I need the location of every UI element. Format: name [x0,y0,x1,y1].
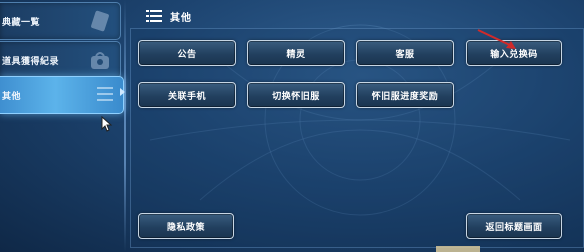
menu-icon [146,10,162,22]
privacy-policy-button[interactable]: 隐私政策 [138,213,234,239]
server-progress-reward-button[interactable]: 怀旧服进度奖励 [356,82,454,108]
annotation-arrow-icon [477,29,516,49]
bag-icon [91,52,109,69]
list-icon [97,87,113,101]
section-header: 其他 [146,8,192,24]
sidebar-item-label: 典藏一覧 [2,17,41,28]
notice-button[interactable]: 公告 [138,40,236,66]
bottom-edge-element [436,246,480,252]
sidebar-item-collection[interactable]: 典藏一覧 [0,2,121,40]
sidebar-item-other[interactable]: 其他 [0,76,124,114]
sidebar-item-label: 道具獲得紀录 [2,56,60,67]
support-button[interactable]: 客服 [356,40,454,66]
link-phone-button[interactable]: 关联手机 [138,82,236,108]
switch-server-button[interactable]: 切换怀旧服 [247,82,345,108]
mouse-cursor-icon [101,116,113,132]
page-title: 其他 [170,12,192,24]
card-icon [91,10,109,32]
sidebar-item-item-history[interactable]: 道具獲得紀录 [0,41,121,79]
sidebar-divider [124,0,126,252]
spirit-button[interactable]: 精灵 [247,40,345,66]
sidebar-item-label: 其他 [2,91,22,102]
return-title-button[interactable]: 返回标题画面 [466,213,562,239]
